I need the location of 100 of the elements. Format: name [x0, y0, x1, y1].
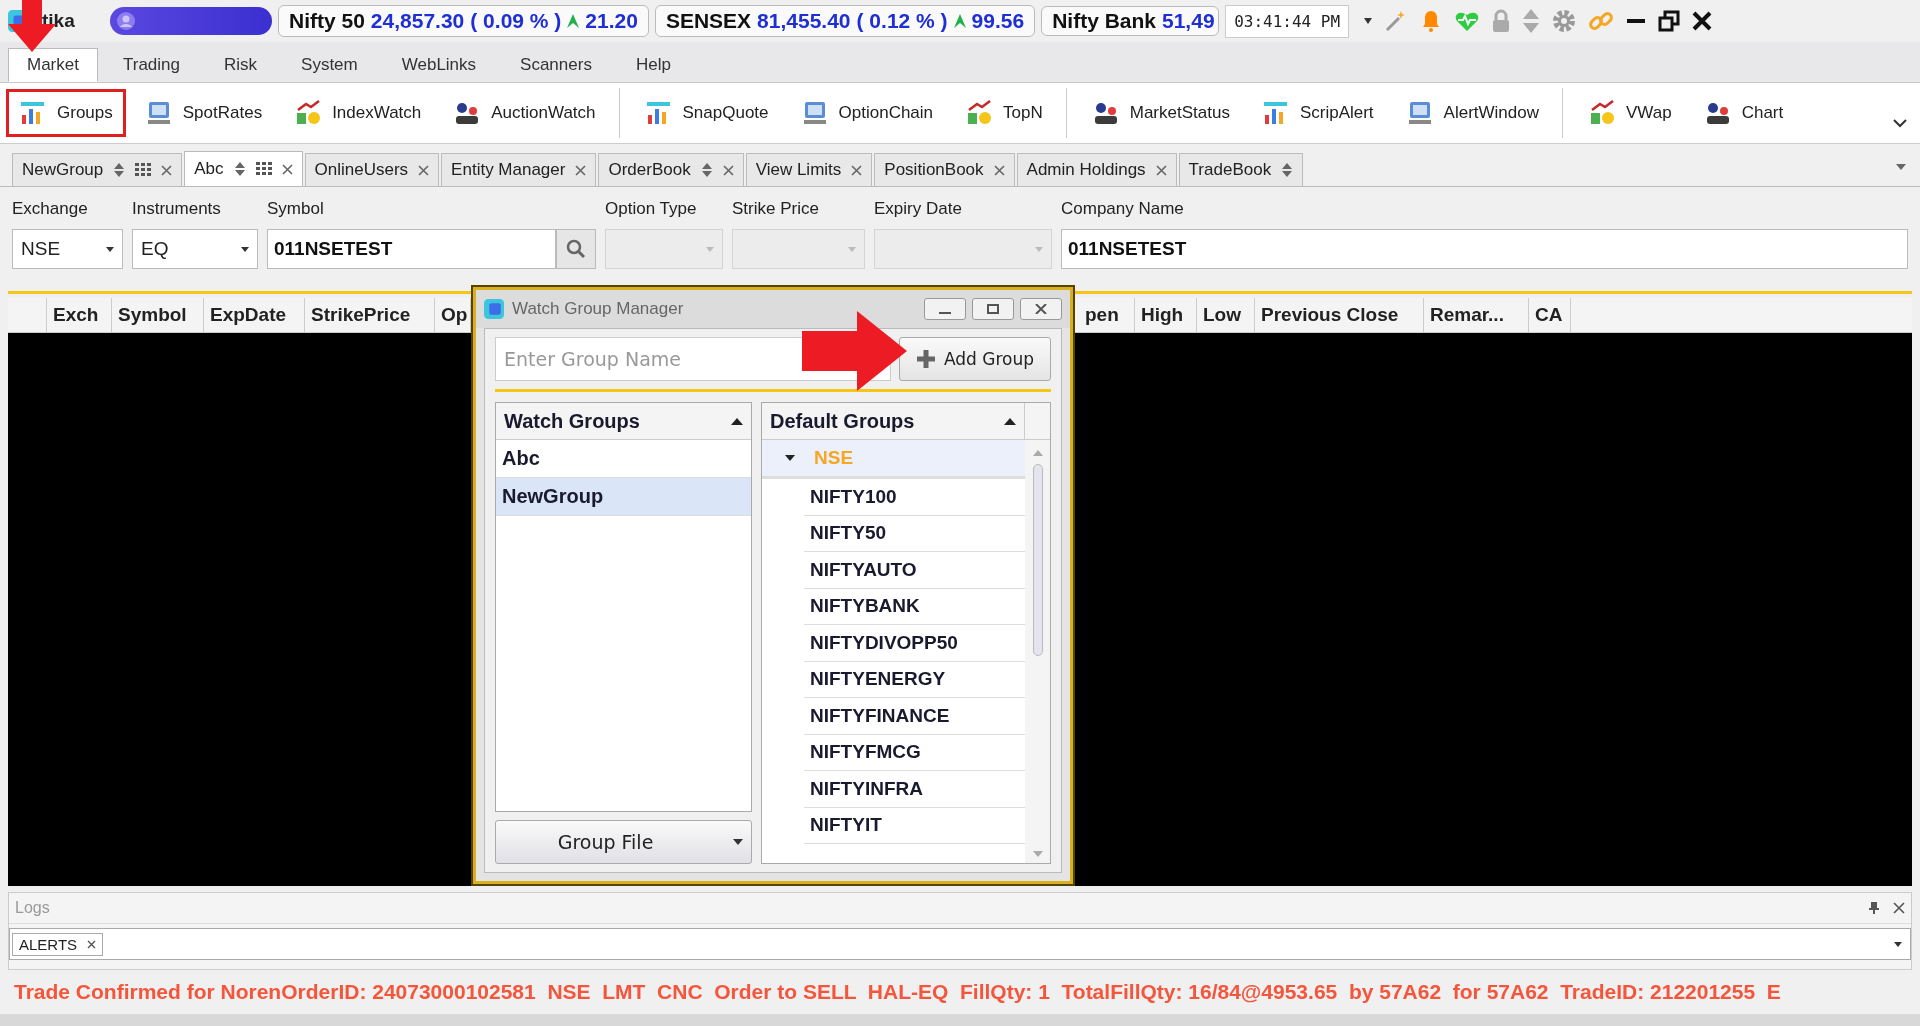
up-arrow-icon	[567, 14, 580, 28]
index-change-percent: ( 0.09 % )	[470, 9, 562, 33]
column-header[interactable]: High	[1135, 298, 1197, 332]
menu-tab[interactable]: WebLinks	[382, 48, 496, 82]
toolbar-button[interactable]: IndexWatch	[281, 89, 435, 137]
toolbar-button[interactable]: Groups	[6, 89, 126, 137]
index-value: 81,455.40	[757, 9, 851, 33]
document-tab[interactable]: TradeBook	[1178, 153, 1304, 186]
list-header[interactable]: Watch Groups	[496, 403, 751, 440]
menu-tab[interactable]: Market	[8, 48, 98, 82]
dropdown-field[interactable]: EQ	[132, 229, 258, 269]
tab-label: TradeBook	[1188, 160, 1272, 180]
tab-label: Admin Holdings	[1026, 160, 1146, 180]
text-field[interactable]: 011NSETEST	[1061, 229, 1908, 269]
status-message: Trade Confirmed for NorenOrderID: 24073000102581 NSE LMT CNC Order to SELL HAL-EQ FillQty: 1 TotalFillQty: 16/84@4953.65 by 57A62 for 57A62 TradeID: 212201255 E	[14, 980, 1781, 1004]
sort-icon[interactable]	[233, 161, 246, 177]
tab-label: PositionBook	[884, 160, 984, 180]
tab-label: NewGroup	[22, 160, 104, 180]
tab-label: OrderBook	[608, 160, 691, 180]
toolbar-button[interactable]: AlertWindow	[1392, 89, 1552, 137]
menu-tab[interactable]: Trading	[103, 48, 199, 82]
minimize-button[interactable]	[924, 298, 966, 320]
watch-group-item[interactable]: NewGroup	[496, 478, 751, 516]
dropdown-value: NSE	[21, 238, 61, 260]
log-tab[interactable]: ALERTS	[12, 932, 104, 956]
column-header[interactable]: pen	[1079, 298, 1135, 332]
toolbar-button[interactable]: SnapQuote	[631, 89, 782, 137]
sort-icon[interactable]	[700, 162, 713, 178]
avatar-icon	[116, 11, 136, 31]
index-name: SENSEX	[665, 9, 752, 33]
index-name: Nifty 50	[289, 9, 365, 33]
document-tab[interactable]: OnlineUsers	[304, 153, 440, 186]
toolbar-button[interactable]: SpotRates	[131, 89, 276, 137]
tab-label: Abc	[194, 159, 224, 179]
toolbar-button[interactable]: MarketStatus	[1078, 89, 1243, 137]
maximize-button[interactable]	[972, 298, 1014, 320]
menu-tab[interactable]: Scanners	[501, 48, 611, 82]
toolbar-button[interactable]: TopN	[952, 89, 1056, 137]
add-group-button[interactable]: Add Group	[899, 337, 1051, 381]
caret-icon	[106, 246, 114, 252]
search-icon	[565, 239, 586, 259]
field-label: Symbol	[267, 199, 325, 219]
menu-tab[interactable]: System	[282, 48, 377, 82]
document-tab[interactable]: View Limits	[745, 153, 873, 186]
field-label: Exchange	[12, 199, 89, 219]
user-badge[interactable]	[110, 7, 272, 35]
menu-tab[interactable]: Help	[616, 48, 690, 82]
restore-icon[interactable]	[1658, 10, 1681, 32]
close-icon[interactable]	[87, 939, 97, 949]
caret-icon[interactable]	[1894, 941, 1902, 947]
dropdown-field[interactable]: NSE	[12, 229, 123, 269]
toolbar-button[interactable]: VWap	[1575, 89, 1685, 137]
close-icon[interactable]	[1691, 10, 1714, 32]
symbol-field[interactable]: 011NSETEST	[267, 229, 556, 269]
menu-tab[interactable]: Risk	[205, 48, 277, 82]
close-button[interactable]	[1020, 298, 1062, 320]
toolbar-button[interactable]: ScripAlert	[1248, 89, 1387, 137]
column-header[interactable]: Symbol	[112, 298, 204, 332]
column-header[interactable]: Exch	[47, 298, 112, 332]
column-header[interactable]: Previous Close	[1255, 298, 1424, 332]
toolbar-button[interactable]: Chart	[1690, 89, 1797, 137]
caret-icon	[1035, 246, 1043, 252]
column-header[interactable]: StrikePrice	[305, 298, 435, 332]
close-icon[interactable]	[1893, 902, 1905, 914]
column-header[interactable]: Low	[1197, 298, 1255, 332]
toolbar-button[interactable]: OptionChain	[787, 89, 947, 137]
column-header[interactable]: CA	[1529, 298, 1571, 332]
document-tab[interactable]: Admin Holdings	[1016, 153, 1177, 186]
document-tab[interactable]: OrderBook	[598, 153, 744, 186]
sort-up-icon	[1004, 417, 1016, 425]
index-name: Nifty Bank	[1052, 9, 1156, 33]
list-header[interactable]: Default Groups	[762, 403, 1024, 440]
document-tab[interactable]: Abc	[184, 151, 303, 186]
column-header[interactable]: ExpDate	[204, 298, 305, 332]
index-change: 99.56	[971, 9, 1025, 33]
search-button[interactable]	[555, 229, 596, 269]
group-file-button[interactable]: Group File	[495, 820, 752, 864]
sort-icon[interactable]	[113, 162, 126, 178]
grid-icon[interactable]	[255, 162, 272, 176]
chevron-down-icon[interactable]	[1892, 117, 1908, 129]
scrollbar-thumb[interactable]	[1032, 464, 1043, 656]
sort-up-icon	[731, 417, 743, 425]
caret-icon	[733, 839, 744, 845]
document-tab[interactable]: NewGroup	[12, 153, 183, 186]
grid-icon[interactable]	[135, 163, 152, 177]
toolbar-button[interactable]: AuctionWatch	[440, 89, 609, 137]
sort-icon[interactable]	[1281, 162, 1294, 178]
column-header[interactable]: Remar...	[1424, 298, 1529, 332]
index-change-percent: ( 0.12 % )	[856, 9, 948, 33]
maximize-icon	[987, 304, 999, 314]
field-label: Expiry Date	[874, 199, 963, 219]
plus-icon	[915, 349, 936, 369]
settings-icon[interactable]	[1551, 8, 1578, 34]
caret-icon[interactable]	[1363, 17, 1374, 25]
pin-icon[interactable]	[1869, 902, 1879, 914]
index-value: 51,49	[1162, 9, 1215, 33]
logo-icon	[484, 299, 504, 319]
document-tab[interactable]: Entity Manager	[441, 153, 597, 186]
panel-title: Logs	[15, 899, 50, 917]
document-tab[interactable]: PositionBook	[874, 153, 1015, 186]
